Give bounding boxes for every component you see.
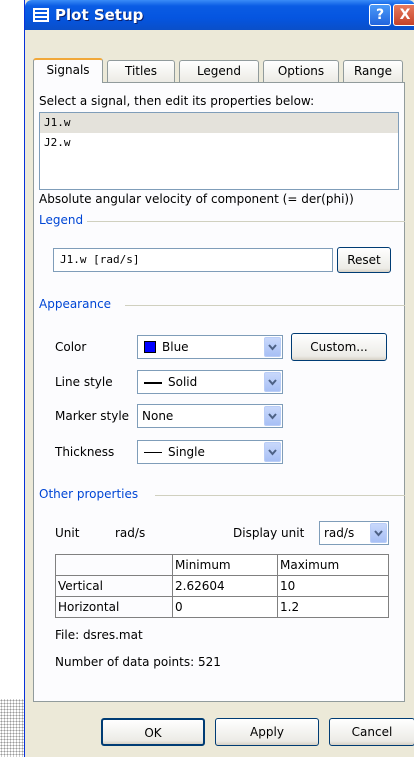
unit-value: rad/s bbox=[115, 526, 146, 540]
chevron-down-icon[interactable] bbox=[264, 372, 281, 392]
tab-titles[interactable]: Titles bbox=[107, 60, 175, 82]
line-style-label: Line style bbox=[55, 375, 113, 389]
tab-options[interactable]: Options bbox=[263, 60, 339, 82]
chevron-down-icon[interactable] bbox=[264, 442, 281, 462]
table-header-row: Minimum Maximum bbox=[55, 554, 389, 576]
apply-button[interactable]: Apply bbox=[215, 718, 319, 746]
tab-strip: Signals Titles Legend Options Range bbox=[33, 58, 405, 83]
table-header-cell: Maximum bbox=[277, 554, 389, 576]
color-select[interactable]: Blue bbox=[137, 335, 283, 359]
signal-item-j2w[interactable]: J2.w bbox=[40, 133, 398, 153]
color-value: Blue bbox=[162, 340, 189, 354]
tab-signals[interactable]: Signals bbox=[33, 58, 103, 83]
marker-style-label: Marker style bbox=[55, 409, 130, 423]
display-unit-select[interactable]: rad/s bbox=[319, 521, 389, 545]
signal-instruction: Select a signal, then edit its propertie… bbox=[39, 94, 315, 108]
row-label-vertical: Vertical bbox=[55, 575, 173, 597]
color-swatch bbox=[144, 341, 156, 353]
vertical-maximum-cell[interactable]: 10 bbox=[277, 575, 389, 597]
color-label: Color bbox=[55, 340, 87, 354]
display-unit-value: rad/s bbox=[324, 526, 355, 540]
signal-list[interactable]: J1.w J2.w bbox=[39, 112, 399, 190]
signal-item-j1w[interactable]: J1.w bbox=[40, 113, 398, 133]
appearance-group-title: Appearance bbox=[39, 297, 112, 311]
other-properties-group-divider bbox=[155, 495, 405, 496]
thickness-label: Thickness bbox=[55, 445, 115, 459]
chevron-down-icon[interactable] bbox=[264, 337, 281, 357]
horizontal-minimum-cell[interactable]: 0 bbox=[172, 596, 278, 618]
title-bar[interactable]: Plot Setup ? X bbox=[25, 0, 414, 30]
vertical-minimum-cell[interactable]: 2.62604 bbox=[172, 575, 278, 597]
other-properties-group-title: Other properties bbox=[39, 487, 139, 501]
table-header-cell bbox=[55, 554, 173, 576]
ok-button[interactable]: OK bbox=[101, 718, 205, 746]
table-header-cell: Minimum bbox=[172, 554, 278, 576]
tab-range[interactable]: Range bbox=[343, 60, 403, 82]
marker-style-select[interactable]: None bbox=[137, 404, 283, 428]
table-row: Vertical 2.62604 10 bbox=[55, 575, 389, 597]
marker-style-value: None bbox=[142, 409, 174, 423]
signal-description: Absolute angular velocity of component (… bbox=[39, 192, 354, 206]
plot-setup-dialog: Plot Setup ? X Signals Titles Legend Opt… bbox=[24, 0, 414, 757]
legend-text-field[interactable]: J1.w [rad/s] bbox=[53, 248, 333, 272]
chevron-down-icon[interactable] bbox=[370, 523, 387, 543]
tab-legend[interactable]: Legend bbox=[179, 60, 259, 82]
reset-button[interactable]: Reset bbox=[337, 247, 391, 273]
thickness-value: Single bbox=[168, 445, 205, 459]
table-row: Horizontal 0 1.2 bbox=[55, 596, 389, 618]
display-unit-label: Display unit bbox=[233, 526, 305, 540]
custom-color-button[interactable]: Custom... bbox=[291, 333, 387, 361]
help-button[interactable]: ? bbox=[369, 4, 391, 26]
chevron-down-icon[interactable] bbox=[264, 406, 281, 426]
plot-setup-icon bbox=[33, 8, 49, 22]
single-line-icon bbox=[144, 452, 162, 453]
row-label-horizontal: Horizontal bbox=[55, 596, 173, 618]
file-info: File: dsres.mat bbox=[55, 628, 143, 642]
cancel-button[interactable]: Cancel bbox=[329, 718, 414, 746]
legend-group-divider bbox=[87, 221, 405, 222]
line-style-select[interactable]: Solid bbox=[137, 370, 283, 394]
thickness-select[interactable]: Single bbox=[137, 440, 283, 464]
unit-label: Unit bbox=[55, 526, 80, 540]
data-points-info: Number of data points: 521 bbox=[55, 655, 221, 669]
line-style-value: Solid bbox=[168, 375, 198, 389]
solid-line-icon bbox=[144, 382, 162, 384]
appearance-group-divider bbox=[125, 305, 405, 306]
window-title: Plot Setup bbox=[55, 6, 144, 24]
legend-group-title: Legend bbox=[39, 213, 84, 227]
range-table: Minimum Maximum Vertical 2.62604 10 Hori… bbox=[55, 554, 389, 618]
horizontal-maximum-cell[interactable]: 1.2 bbox=[277, 596, 389, 618]
close-button[interactable]: X bbox=[393, 4, 414, 26]
